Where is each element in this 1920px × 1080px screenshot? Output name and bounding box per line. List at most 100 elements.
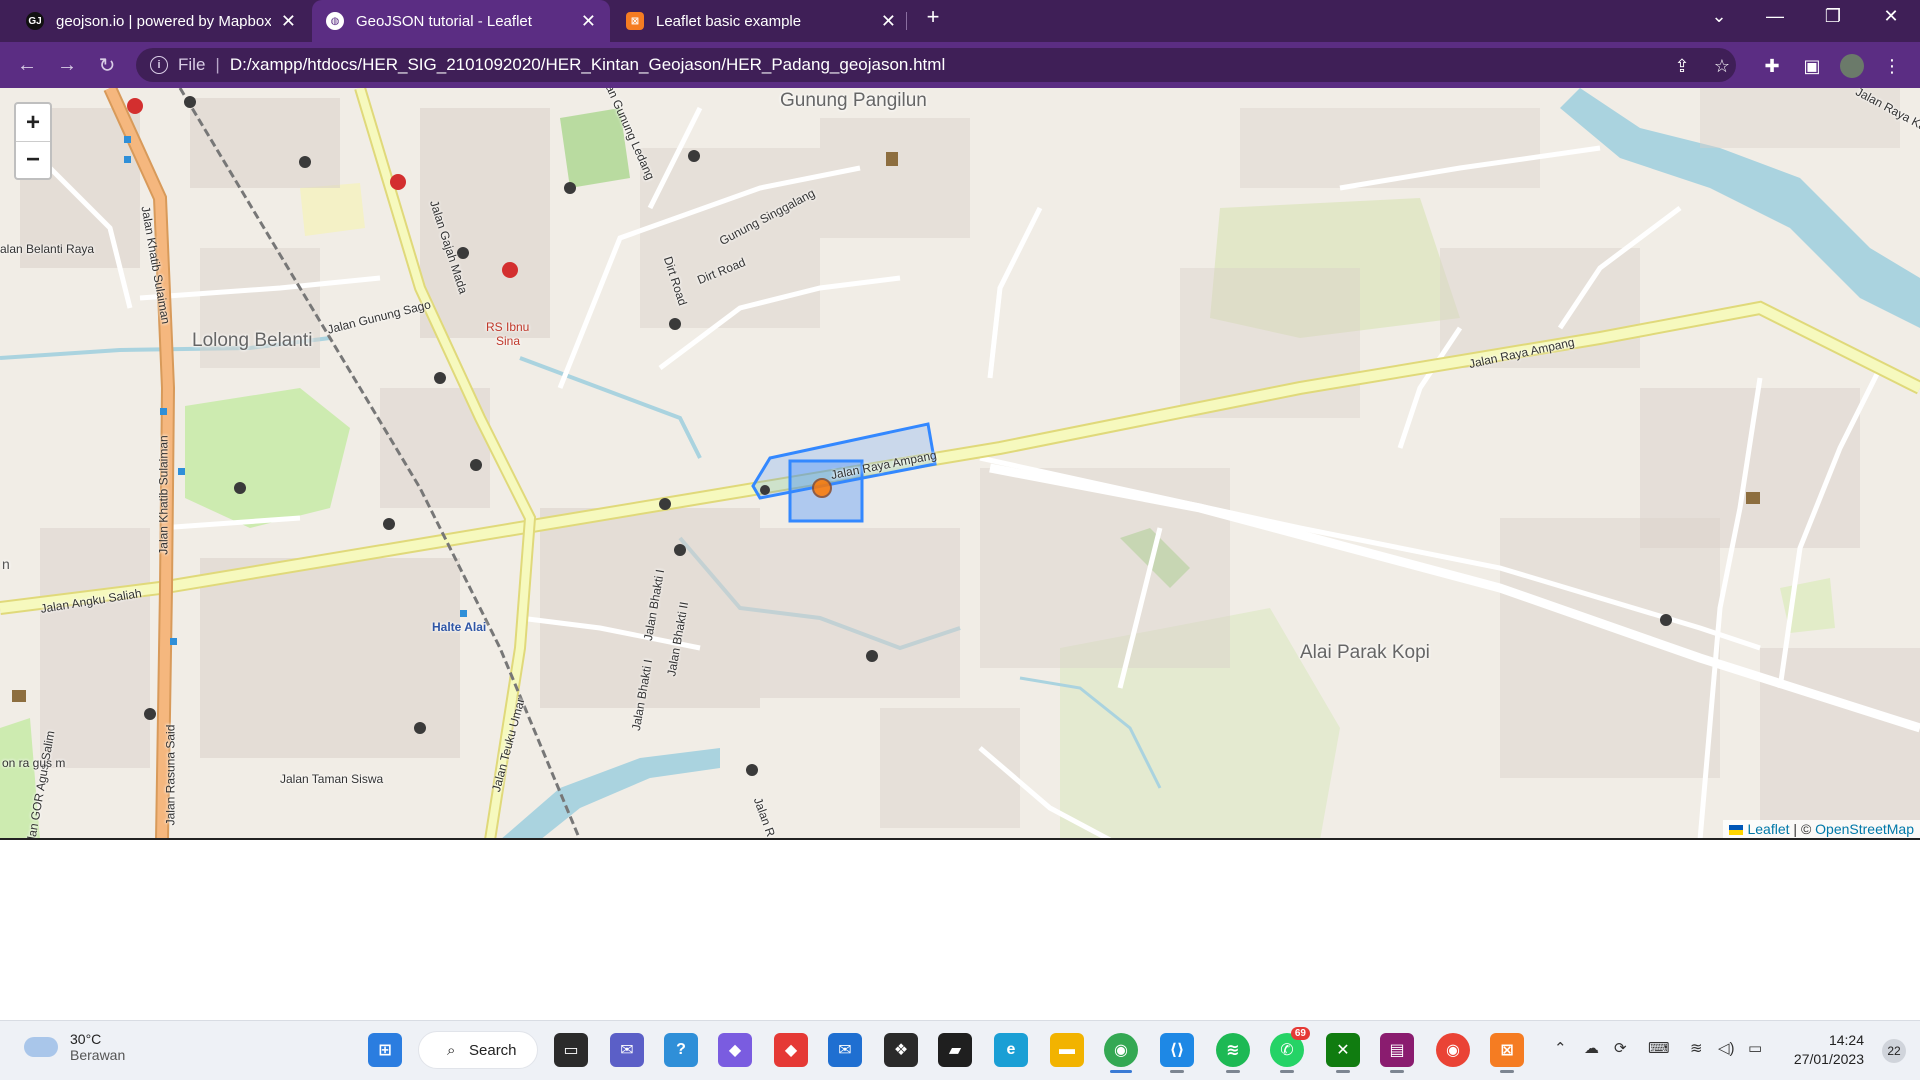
side-panel-icon[interactable]: ▣ <box>1800 54 1824 78</box>
close-icon[interactable]: ✕ <box>581 12 596 30</box>
library-icon <box>1746 492 1760 504</box>
battery-icon[interactable]: ▭ <box>1748 1039 1762 1057</box>
volume-icon[interactable]: ◁) <box>1718 1039 1735 1057</box>
spotify-icon[interactable]: ≋ <box>1216 1033 1250 1073</box>
winrar-icon[interactable]: ▤ <box>1380 1033 1414 1073</box>
dropbox-icon[interactable]: ❖ <box>884 1033 918 1067</box>
cloud-icon <box>24 1037 58 1057</box>
reload-icon[interactable]: ↻ <box>92 50 122 80</box>
help-icon[interactable]: ? <box>664 1033 698 1067</box>
chrome-icon[interactable]: ◉ <box>1104 1033 1138 1073</box>
library-icon <box>12 690 26 702</box>
weather-widget[interactable]: 30°C Berawan <box>24 1031 125 1063</box>
whatsapp-badge: 69 <box>1290 1027 1310 1040</box>
copilot-icon[interactable]: ◆ <box>718 1033 752 1067</box>
new-tab-button[interactable]: + <box>918 4 948 30</box>
weather-condition: Berawan <box>70 1047 126 1063</box>
tab-search-button[interactable]: ⌄ <box>1704 6 1734 27</box>
tab-title: Leaflet basic example <box>656 12 802 30</box>
xampp-icon[interactable]: ⊠ <box>1490 1033 1524 1073</box>
zoom-control: + − <box>14 102 52 180</box>
close-icon[interactable]: ✕ <box>281 12 296 30</box>
geojson-point-marker[interactable] <box>812 478 832 498</box>
vscode-icon[interactable]: ⟨⟩ <box>1160 1033 1194 1073</box>
maximize-button[interactable]: ❐ <box>1818 6 1848 27</box>
map-tiles <box>0 88 1920 838</box>
notification-count-badge[interactable]: 22 <box>1882 1039 1906 1063</box>
app-diamond-icon[interactable]: ◆ <box>774 1033 808 1067</box>
onedrive-cloud-icon[interactable]: ☁ <box>1584 1039 1599 1057</box>
url-omnibox[interactable]: i File | D:/xampp/htdocs/HER_SIG_2101092… <box>136 48 1736 82</box>
windows-start-icon[interactable]: ⊞ <box>368 1033 402 1067</box>
back-arrow-icon[interactable]: ← <box>12 50 42 80</box>
tab-divider <box>906 12 907 30</box>
road-label: Jalan Rasuna Said <box>163 724 178 826</box>
park-area <box>185 388 350 528</box>
keyboard-icon[interactable]: ⌨ <box>1648 1039 1670 1057</box>
hospital-label: Sina <box>496 334 521 348</box>
tab-geojson-tutorial[interactable]: ◍ GeoJSON tutorial - Leaflet ✕ <box>312 0 610 42</box>
task-view-icon[interactable]: ▭ <box>554 1033 588 1067</box>
weather-temperature: 30°C <box>70 1031 102 1047</box>
map-attribution: Leaflet | © OpenStreetMap <box>1723 820 1920 838</box>
road-label: alan Belanti Raya <box>0 242 95 256</box>
url-divider: | <box>215 55 220 74</box>
park-label: on ra gus m <box>2 756 66 770</box>
clock-date: 27/01/2023 <box>1793 1051 1864 1067</box>
place-label: n <box>2 556 10 572</box>
road-label: Jalan Khatib Sulaiman <box>156 435 171 555</box>
extensions-icon[interactable]: ✚ <box>1760 54 1784 78</box>
attribution-separator: | © <box>1789 821 1816 837</box>
place-label: Lolong Belanti <box>192 330 313 351</box>
tab-leaflet-basic[interactable]: ⊠ Leaflet basic example ✕ <box>612 0 910 42</box>
openstreetmap-link[interactable]: OpenStreetMap <box>1815 821 1914 837</box>
place-label: Gunung Pangilun <box>780 90 927 111</box>
ukraine-flag-icon <box>1729 825 1744 835</box>
system-clock[interactable]: 14:24 27/01/2023 <box>1794 1031 1864 1069</box>
leaflet-link[interactable]: Leaflet <box>1747 821 1789 837</box>
xampp-icon: ⊠ <box>626 12 644 30</box>
windows-taskbar: 30°C Berawan ⊞ ⌕ Search ▭ ✉ ? ◆ ◆ ✉ ❖ ▰ … <box>0 1020 1920 1080</box>
forward-arrow-icon[interactable]: → <box>52 50 82 80</box>
leaflet-map[interactable]: + − Gunung Pangilun Lolong Belanti Alai … <box>0 88 1920 840</box>
taskbar-search-button[interactable]: ⌕ Search <box>418 1031 538 1069</box>
url-scheme: File <box>178 55 206 74</box>
share-icon[interactable]: ⇪ <box>1670 54 1694 78</box>
menu-kebab-icon[interactable]: ⋮ <box>1880 54 1904 78</box>
place-label: Alai Parak Kopi <box>1300 642 1430 663</box>
globe-icon: ◍ <box>326 12 344 30</box>
bus-stop-label: Halte Alai <box>432 620 487 634</box>
zoom-out-button[interactable]: − <box>16 141 50 178</box>
search-icon: ⌕ <box>447 1041 456 1059</box>
shop-icon <box>886 152 898 166</box>
tab-bar: GJ geojson.io | powered by Mapbox ✕ ◍ Ge… <box>0 0 1920 42</box>
close-icon[interactable]: ✕ <box>881 12 896 30</box>
wifi-icon[interactable]: ≋ <box>1690 1039 1703 1057</box>
mail-icon[interactable]: ✉ <box>828 1033 862 1067</box>
tray-overflow-chevron-icon[interactable]: ⌃ <box>1554 1039 1567 1057</box>
info-icon[interactable]: i <box>150 56 168 74</box>
tab-title: GeoJSON tutorial - Leaflet <box>356 12 532 30</box>
teams-chat-icon[interactable]: ✉ <box>610 1033 644 1067</box>
tab-geojson-io[interactable]: GJ geojson.io | powered by Mapbox ✕ <box>12 0 310 42</box>
stream <box>519 356 702 459</box>
geojson-favicon-icon: GJ <box>26 12 44 30</box>
zoom-in-button[interactable]: + <box>16 104 50 141</box>
file-explorer-icon[interactable]: ▬ <box>1050 1033 1084 1067</box>
clock-time: 14:24 <box>1828 1032 1864 1048</box>
minimize-button[interactable]: — <box>1760 6 1790 27</box>
sync-icon[interactable]: ⟳ <box>1614 1039 1627 1057</box>
road-label: Jalan Taman Siswa <box>280 772 384 786</box>
hospital-label: RS Ibnu <box>486 320 530 334</box>
whatsapp-icon[interactable]: ✆ 69 <box>1270 1027 1310 1073</box>
sticky-notes-icon[interactable]: ▰ <box>938 1033 972 1067</box>
address-bar: ← → ↻ i File | D:/xampp/htdocs/HER_SIG_2… <box>0 42 1920 88</box>
url-text[interactable]: D:/xampp/htdocs/HER_SIG_2101092020/HER_K… <box>230 55 945 75</box>
sports-area <box>300 183 365 236</box>
edge-icon[interactable]: e <box>994 1033 1028 1067</box>
xbox-icon[interactable]: ✕ <box>1326 1033 1360 1073</box>
chrome-alt-icon[interactable]: ◉ <box>1436 1033 1470 1067</box>
bookmark-star-icon[interactable]: ☆ <box>1710 54 1734 78</box>
profile-avatar[interactable] <box>1840 54 1864 78</box>
close-window-button[interactable]: ✕ <box>1876 6 1906 27</box>
